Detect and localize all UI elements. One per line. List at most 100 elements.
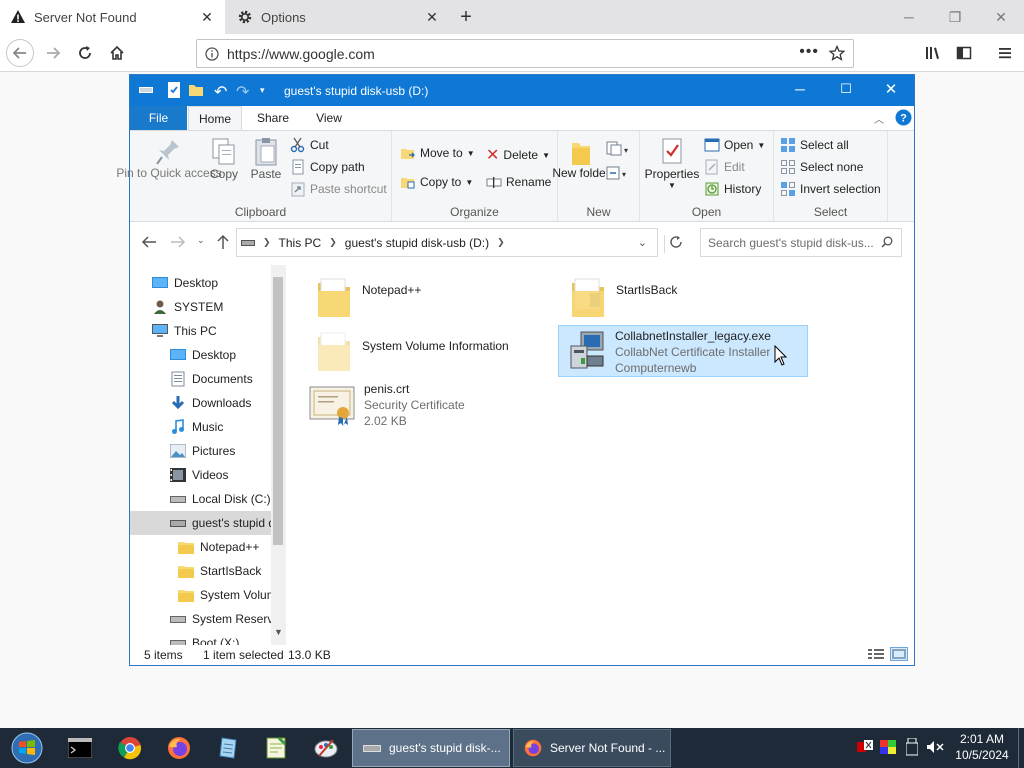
breadcrumb-drive[interactable]: guest's stupid disk-usb (D:) (345, 236, 489, 250)
notepadpp-icon[interactable] (260, 732, 292, 764)
tab-home[interactable]: Home (188, 106, 242, 131)
scroll-down-icon[interactable]: ▼ (274, 627, 283, 637)
file-item-collabnet-installer[interactable]: CollabnetInstaller_legacy.exe CollabNet … (558, 325, 808, 377)
show-desktop-button[interactable] (1018, 728, 1024, 768)
search-icon[interactable] (881, 236, 893, 248)
tab-share[interactable]: Share (246, 106, 300, 130)
tab-options[interactable]: Options ✕ (227, 0, 450, 34)
nav-item[interactable]: Pictures (130, 439, 271, 463)
chrome-icon[interactable] (114, 732, 146, 764)
nav-item[interactable]: StartIsBack (130, 559, 271, 583)
collapse-ribbon-icon[interactable]: ︿ (874, 111, 884, 126)
pin-quick-access-button[interactable]: Pin to Quick access (116, 137, 222, 180)
file-item-startisback[interactable]: StartIsBack (568, 275, 798, 321)
taskbar-window-explorer[interactable]: guest's stupid disk-... (352, 729, 510, 767)
nav-item[interactable]: Videos (130, 463, 271, 487)
breadcrumb-this-pc[interactable]: This PC (279, 236, 322, 250)
notepad-icon[interactable] (212, 732, 244, 764)
address-bar[interactable]: https://www.google.com ••• (196, 39, 854, 68)
new-folder-button[interactable]: New folder (552, 137, 610, 180)
close-button[interactable]: ✕ (877, 80, 905, 98)
sidebar-icon[interactable] (951, 41, 977, 65)
up-arrow-icon[interactable] (216, 234, 230, 250)
restore-button[interactable]: ❐ (932, 0, 978, 34)
help-icon[interactable]: ? (895, 109, 912, 126)
file-item-penis-crt[interactable]: penis.crt Security Certificate 2.02 KB (308, 382, 538, 429)
color-icon[interactable] (880, 740, 896, 754)
easy-access-icon[interactable]: ▾ (606, 165, 628, 181)
nav-scrollbar[interactable]: ▼ (271, 265, 286, 645)
nav-item[interactable]: System Volume Information (130, 583, 271, 607)
search-box[interactable]: Search guest's stupid disk-us... (700, 228, 902, 257)
maximize-button[interactable]: ☐ (832, 81, 860, 97)
customize-qat-icon[interactable]: ▾ (260, 85, 265, 96)
properties-button[interactable]: Properties ▼ (644, 137, 700, 190)
nav-item[interactable]: Downloads (130, 391, 271, 415)
bookmark-star-icon[interactable] (829, 45, 845, 61)
close-tab-icon[interactable]: ✕ (199, 9, 215, 26)
back-button[interactable] (6, 39, 34, 67)
nav-item[interactable]: Desktop (130, 271, 271, 295)
invert-selection-button[interactable]: Invert selection (780, 181, 881, 197)
edit-button[interactable]: Edit (704, 159, 745, 175)
firefox-icon[interactable] (163, 732, 195, 764)
paste-shortcut-button[interactable]: Paste shortcut (290, 181, 387, 197)
back-arrow-icon[interactable] (141, 235, 157, 249)
new-item-icon[interactable]: ▾ (606, 141, 628, 157)
open-button[interactable]: Open ▼ (704, 137, 765, 153)
rename-button[interactable]: Rename (486, 174, 551, 190)
details-view-icon[interactable] (868, 648, 884, 660)
properties-qat-icon[interactable] (166, 81, 182, 99)
copy-path-button[interactable]: Copy path (290, 159, 365, 175)
nav-item[interactable]: Music (130, 415, 271, 439)
undo-icon[interactable]: ↶ (214, 82, 227, 102)
nav-item[interactable]: System Reserved (130, 607, 271, 631)
tab-file[interactable]: File (130, 106, 187, 130)
keyboard-icon[interactable] (857, 740, 873, 754)
move-to-button[interactable]: Move to ▼ (400, 145, 475, 161)
cut-button[interactable]: Cut (290, 137, 329, 153)
tab-view[interactable]: View (302, 106, 356, 130)
breadcrumb[interactable]: ❯ This PC ❯ guest's stupid disk-usb (D:)… (236, 228, 658, 257)
page-actions-icon[interactable]: ••• (799, 43, 819, 61)
tiles-view-icon[interactable] (890, 647, 908, 661)
taskbar-window-firefox[interactable]: Server Not Found - ... (513, 729, 671, 767)
file-item-notepadpp[interactable]: Notepad++ (314, 275, 544, 321)
file-item-system-volume-information[interactable]: System Volume Information (314, 329, 544, 375)
select-none-button[interactable]: Select none (780, 159, 863, 175)
tab-server-not-found[interactable]: Server Not Found ✕ (0, 0, 225, 34)
home-button[interactable] (104, 41, 130, 65)
terminal-icon[interactable] (64, 732, 96, 764)
refresh-icon[interactable] (664, 235, 686, 253)
nav-item[interactable]: guest's stupid disk-usb (D:) (130, 511, 271, 535)
select-all-button[interactable]: Select all (780, 137, 849, 153)
copy-to-button[interactable]: Copy to ▼ (400, 174, 473, 190)
nav-item[interactable]: This PC (130, 319, 271, 343)
explorer-title-bar[interactable]: ↶ ↷ ▾ guest's stupid disk-usb (D:) ─ ☐ ✕ (130, 75, 914, 106)
close-tab-icon[interactable]: ✕ (424, 9, 440, 26)
history-button[interactable]: History (704, 181, 761, 197)
new-tab-button[interactable]: + (456, 0, 476, 34)
paint-icon[interactable] (310, 732, 342, 764)
close-window-button[interactable]: ✕ (978, 0, 1024, 34)
reload-button[interactable] (72, 41, 98, 65)
nav-item[interactable]: Notepad++ (130, 535, 271, 559)
copy-button[interactable]: Copy (206, 137, 242, 181)
recent-locations-icon[interactable]: ⌄ (197, 235, 205, 246)
nav-item[interactable]: SYSTEM (130, 295, 271, 319)
info-icon[interactable] (205, 46, 219, 61)
volume-muted-icon[interactable] (926, 740, 944, 754)
menu-icon[interactable] (992, 41, 1018, 65)
library-icon[interactable] (920, 41, 946, 65)
minimize-button[interactable]: ─ (786, 81, 814, 97)
nav-scrollbar-thumb[interactable] (273, 277, 283, 545)
new-folder-qat-icon[interactable] (188, 82, 204, 98)
start-button[interactable] (8, 730, 46, 766)
nav-item[interactable]: Local Disk (C:) (130, 487, 271, 511)
clock[interactable]: 2:01 AM 10/5/2024 (954, 731, 1010, 763)
minimize-button[interactable]: ─ (886, 0, 932, 34)
redo-icon[interactable]: ↷ (236, 82, 249, 102)
forward-button[interactable] (40, 41, 66, 65)
nav-item[interactable]: Boot (X:) (130, 631, 271, 645)
paste-button[interactable]: Paste (248, 137, 284, 181)
